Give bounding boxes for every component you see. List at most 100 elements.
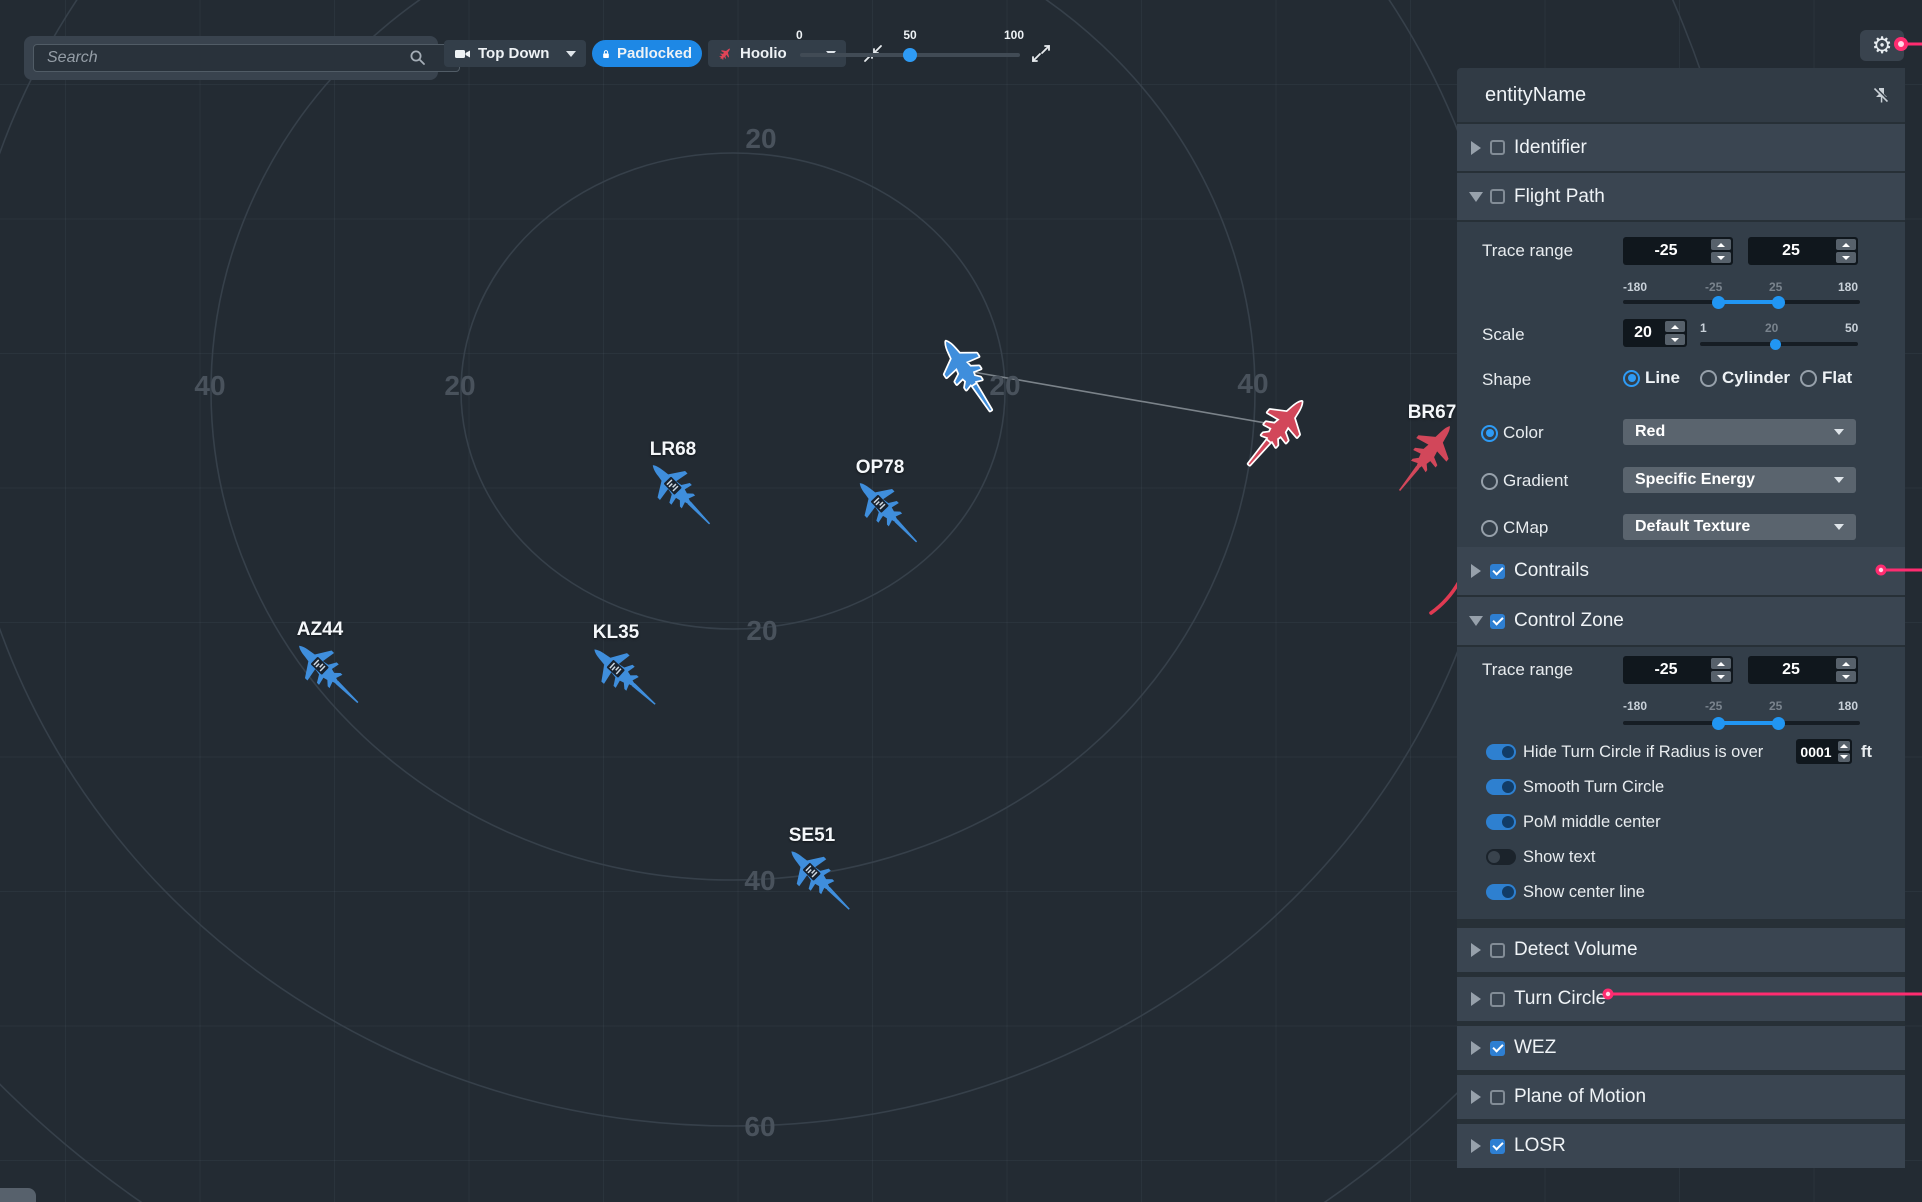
section-control-zone[interactable]: Control Zone bbox=[1457, 597, 1905, 645]
shape-option-cylinder[interactable]: Cylinder bbox=[1700, 368, 1790, 388]
trace-range-slider[interactable] bbox=[1623, 716, 1860, 730]
section-checkbox[interactable] bbox=[1490, 1089, 1505, 1105]
shape-option-line[interactable]: Line bbox=[1623, 368, 1680, 388]
section-checkbox[interactable] bbox=[1490, 140, 1505, 155]
section-detect-volume[interactable]: Detect Volume bbox=[1457, 928, 1905, 972]
pom-middle-center-toggle[interactable] bbox=[1486, 814, 1516, 830]
section-contrails[interactable]: Contrails bbox=[1457, 547, 1905, 595]
chevron-down-icon bbox=[1834, 477, 1844, 483]
trace-min-input[interactable]: -25 bbox=[1623, 656, 1733, 684]
section-identifier[interactable]: Identifier bbox=[1457, 124, 1905, 171]
gradient-dropdown-value: Specific Energy bbox=[1635, 471, 1756, 488]
smooth-turn-circle-toggle[interactable] bbox=[1486, 779, 1516, 795]
slider-handle[interactable] bbox=[1770, 338, 1781, 350]
section-checkbox[interactable] bbox=[1490, 991, 1505, 1007]
collapse-arrow-icon[interactable] bbox=[1469, 191, 1483, 202]
aircraft-label: KL35 bbox=[592, 622, 640, 643]
trace-max-input[interactable]: 25 bbox=[1748, 237, 1858, 265]
padlock-toggle-button[interactable]: Padlocked bbox=[592, 40, 702, 67]
section-turn-circle[interactable]: Turn Circle bbox=[1457, 977, 1905, 1021]
flight-path-settings: Trace range -25 25 -180 -25 25 180 Scale… bbox=[1457, 222, 1905, 547]
slider-handle[interactable] bbox=[1772, 716, 1785, 730]
toggle-label: Smooth Turn Circle bbox=[1523, 778, 1665, 796]
radio-icon[interactable] bbox=[1700, 369, 1717, 387]
search-input[interactable] bbox=[33, 44, 460, 72]
radio-selected-icon[interactable] bbox=[1481, 424, 1498, 442]
cmap-mode-radio[interactable]: CMap bbox=[1481, 518, 1548, 538]
section-checkbox-checked[interactable] bbox=[1490, 563, 1505, 579]
cmap-dropdown[interactable]: Default Texture bbox=[1623, 514, 1856, 540]
hide-turn-circle-toggle[interactable] bbox=[1486, 744, 1516, 760]
section-plane-of-motion[interactable]: Plane of Motion bbox=[1457, 1075, 1905, 1119]
camera-icon bbox=[455, 49, 470, 58]
slider-tick-label: 25 bbox=[1769, 699, 1783, 713]
slider-handle[interactable] bbox=[1712, 716, 1725, 730]
color-mode-radio[interactable]: Color bbox=[1481, 423, 1544, 443]
aircraft-label: AZ44 bbox=[296, 619, 344, 640]
slider-handle[interactable] bbox=[903, 48, 917, 62]
expand-timeline-icon[interactable] bbox=[1030, 44, 1052, 63]
panel-header: entityName bbox=[1457, 68, 1905, 122]
trace-min-value[interactable]: -25 bbox=[1623, 237, 1709, 265]
section-label: Control Zone bbox=[1514, 610, 1624, 631]
corner-widget[interactable] bbox=[0, 1188, 36, 1202]
collapse-arrow-icon[interactable] bbox=[1469, 616, 1483, 626]
radio-icon[interactable] bbox=[1800, 369, 1817, 387]
trace-range-slider[interactable] bbox=[1623, 295, 1860, 309]
color-dropdown[interactable]: Red bbox=[1623, 419, 1856, 445]
shape-option-flat[interactable]: Flat bbox=[1800, 368, 1852, 388]
section-checkbox-checked[interactable] bbox=[1490, 1040, 1505, 1056]
slider-handle[interactable] bbox=[1772, 295, 1785, 309]
scale-slider[interactable] bbox=[1700, 338, 1858, 350]
app-screen: 20 40 20 20 40 20 40 60 BR67 LR68 OP78 AZ44 KL35 SE5… bbox=[0, 0, 1922, 1202]
section-checkbox[interactable] bbox=[1490, 189, 1505, 204]
gradient-dropdown[interactable]: Specific Energy bbox=[1623, 467, 1856, 493]
toggle-label: Hide Turn Circle if Radius is over bbox=[1523, 743, 1764, 761]
stepper-buttons[interactable] bbox=[1834, 656, 1858, 684]
show-text-toggle[interactable] bbox=[1486, 849, 1516, 865]
stepper-buttons[interactable] bbox=[1836, 739, 1852, 764]
expand-arrow-icon[interactable] bbox=[1471, 992, 1481, 1006]
trace-min-input[interactable]: -25 bbox=[1623, 237, 1733, 265]
trace-min-value[interactable]: -25 bbox=[1623, 656, 1709, 684]
radio-icon[interactable] bbox=[1481, 472, 1498, 490]
radio-selected-icon[interactable] bbox=[1623, 369, 1640, 387]
stepper-buttons[interactable] bbox=[1834, 237, 1858, 265]
aircraft-icon[interactable] bbox=[1225, 381, 1325, 485]
expand-arrow-icon[interactable] bbox=[1471, 564, 1481, 578]
trace-max-value[interactable]: 25 bbox=[1748, 237, 1834, 265]
settings-button[interactable]: ⚙︎ bbox=[1860, 30, 1904, 61]
scale-value[interactable]: 20 bbox=[1623, 319, 1663, 347]
slider-tick-label: 180 bbox=[1838, 280, 1859, 294]
expand-arrow-icon[interactable] bbox=[1471, 1139, 1481, 1153]
toggle-label: Show center line bbox=[1523, 883, 1645, 901]
slider-tick-label: -25 bbox=[1705, 699, 1723, 713]
slider-handle[interactable] bbox=[1712, 295, 1725, 309]
show-center-line-toggle[interactable] bbox=[1486, 884, 1516, 900]
expand-arrow-icon[interactable] bbox=[1471, 140, 1481, 155]
section-wez[interactable]: WEZ bbox=[1457, 1026, 1905, 1070]
expand-arrow-icon[interactable] bbox=[1471, 1090, 1481, 1104]
aircraft-icon[interactable] bbox=[920, 323, 1016, 428]
camera-view-dropdown[interactable]: Top Down bbox=[444, 40, 586, 67]
shape-label: Shape bbox=[1482, 370, 1532, 389]
gradient-mode-radio[interactable]: Gradient bbox=[1481, 471, 1568, 491]
section-checkbox-checked[interactable] bbox=[1490, 1138, 1505, 1154]
slider-tick-label: 180 bbox=[1838, 699, 1859, 713]
timeline-slider[interactable]: 0 50 100 bbox=[796, 28, 1024, 62]
section-flight-path[interactable]: Flight Path bbox=[1457, 173, 1905, 220]
trace-max-value[interactable]: 25 bbox=[1748, 656, 1834, 684]
section-checkbox[interactable] bbox=[1490, 942, 1505, 958]
expand-arrow-icon[interactable] bbox=[1471, 943, 1481, 957]
unpin-icon[interactable] bbox=[1871, 85, 1891, 105]
stepper-buttons[interactable] bbox=[1709, 656, 1733, 684]
stepper-buttons[interactable] bbox=[1663, 319, 1687, 347]
scale-input[interactable]: 20 bbox=[1623, 319, 1687, 347]
radius-threshold-input[interactable]: 0001 bbox=[1796, 739, 1852, 764]
expand-arrow-icon[interactable] bbox=[1471, 1041, 1481, 1055]
section-losr[interactable]: LOSR bbox=[1457, 1124, 1905, 1168]
radio-icon[interactable] bbox=[1481, 519, 1498, 537]
stepper-buttons[interactable] bbox=[1709, 237, 1733, 265]
section-checkbox-checked[interactable] bbox=[1490, 613, 1505, 629]
trace-max-input[interactable]: 25 bbox=[1748, 656, 1858, 684]
